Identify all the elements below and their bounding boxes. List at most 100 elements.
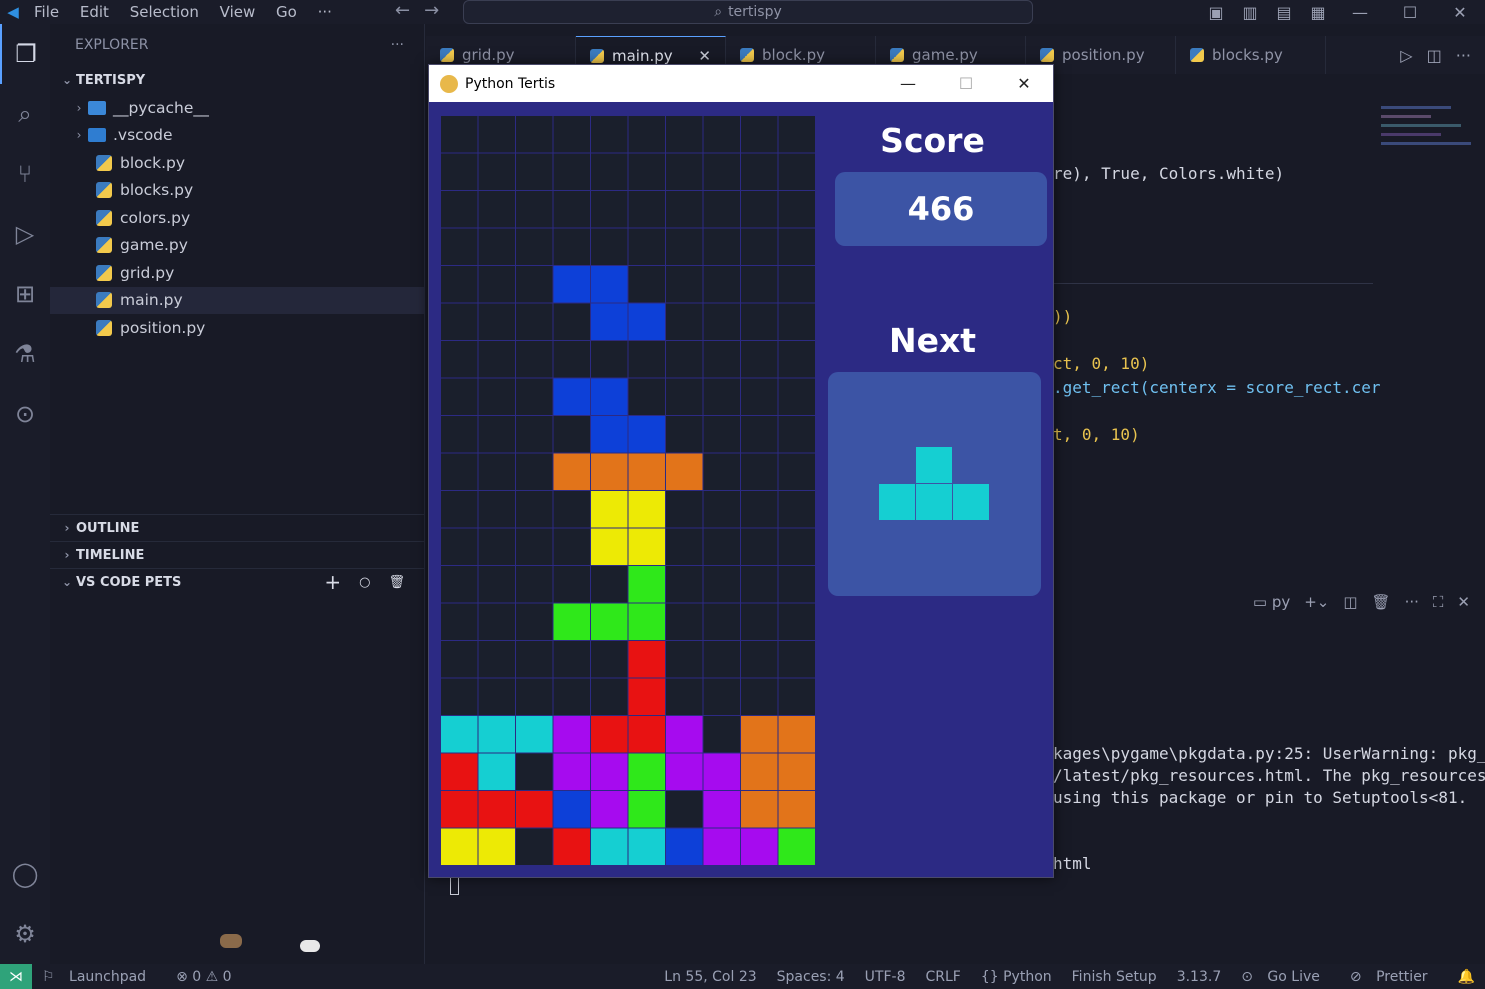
close-tab-icon[interactable]: ✕ <box>698 47 711 65</box>
block-cell <box>778 791 815 828</box>
minimize-icon[interactable]: — <box>1335 3 1385 22</box>
maximize-icon[interactable]: ☐ <box>1385 3 1435 22</box>
section-vscode-pets[interactable]: ⌄ VS CODE PETS + ○ 🗑 <box>50 568 425 595</box>
python-file-icon <box>440 48 454 62</box>
problems-status[interactable]: ⊗ 0 ⚠ 0 <box>176 969 231 985</box>
section-outline[interactable]: › OUTLINE <box>50 514 425 541</box>
layout-icon[interactable]: ▣ <box>1199 3 1233 22</box>
notifications-bell-icon[interactable]: 🔔 <box>1458 969 1475 985</box>
section-label: OUTLINE <box>76 520 140 536</box>
maximize-panel-icon[interactable]: ⛶ <box>1433 593 1444 611</box>
extensions-icon[interactable]: ⊞ <box>0 264 50 324</box>
search-view-icon[interactable]: ⌕ <box>0 84 50 144</box>
file-grid[interactable]: grid.py <box>50 259 424 287</box>
run-debug-icon[interactable]: ▷ <box>0 204 50 264</box>
panel-toggle-icon[interactable]: ▤ <box>1267 3 1301 22</box>
folder-vscode[interactable]: › .vscode <box>50 122 424 150</box>
new-terminal-icon[interactable]: +⌄ <box>1304 593 1329 611</box>
terminal-shell-icon[interactable]: ▭ py <box>1253 593 1290 611</box>
close-icon[interactable]: ✕ <box>995 74 1053 93</box>
pet-cat-icon[interactable] <box>300 940 320 952</box>
launchpad[interactable]: ⚐ Launchpad <box>42 969 156 985</box>
menu-selection[interactable]: Selection <box>130 3 199 21</box>
account-icon[interactable]: ◯ <box>0 844 50 904</box>
close-panel-icon[interactable]: ✕ <box>1457 593 1470 611</box>
empty-cell <box>553 678 590 715</box>
maximize-icon[interactable]: ☐ <box>937 74 995 93</box>
nav-arrows[interactable]: ←→ <box>395 0 453 21</box>
section-timeline[interactable]: › TIMELINE <box>50 541 425 568</box>
language-status[interactable]: {} Python <box>981 969 1052 985</box>
secondary-sidebar-icon[interactable]: ▦ <box>1301 3 1335 22</box>
empty-cell <box>703 491 740 528</box>
folder-pycache[interactable]: › __pycache__ <box>50 94 424 122</box>
empty-cell <box>478 228 515 265</box>
python-version-status[interactable]: 3.13.7 <box>1177 969 1222 985</box>
menu-more[interactable]: ··· <box>318 3 332 21</box>
empty-cell <box>553 416 590 453</box>
cursor-position[interactable]: Ln 55, Col 23 <box>664 969 756 985</box>
testing-icon[interactable]: ⚗ <box>0 324 50 384</box>
add-pet-icon[interactable]: + <box>324 570 341 594</box>
source-control-icon[interactable]: ⑂ <box>0 144 50 204</box>
menu-go[interactable]: Go <box>276 3 297 21</box>
search-text: tertispy <box>728 4 782 20</box>
empty-cell <box>591 191 628 228</box>
run-python-icon[interactable]: ▷ <box>1400 46 1412 65</box>
file-colors[interactable]: colors.py <box>50 204 424 232</box>
command-center-search[interactable]: ⌕ tertispy <box>463 0 1033 24</box>
empty-cell <box>628 266 665 303</box>
tetris-board[interactable] <box>441 116 816 866</box>
golive-status[interactable]: ⊙ Go Live <box>1241 969 1330 985</box>
empty-cell <box>741 153 778 190</box>
file-game[interactable]: game.py <box>50 232 424 260</box>
explorer-icon[interactable]: ❐ <box>0 24 50 84</box>
game-window-title: Python Tertis <box>465 75 556 92</box>
block-cell <box>778 716 815 753</box>
throw-ball-icon[interactable]: ○ <box>359 575 370 590</box>
empty-cell <box>516 378 553 415</box>
minimize-icon[interactable]: — <box>879 74 937 93</box>
block-cell <box>553 716 590 753</box>
delete-pet-icon[interactable]: 🗑 <box>388 575 405 590</box>
encoding-status[interactable]: UTF-8 <box>865 969 906 985</box>
split-terminal-icon[interactable]: ◫ <box>1343 593 1357 611</box>
file-main[interactable]: main.py <box>50 286 424 314</box>
tab-blocks[interactable]: blocks.py <box>1176 36 1326 74</box>
menu-view[interactable]: View <box>220 3 256 21</box>
more-actions-icon[interactable]: ··· <box>1456 46 1471 65</box>
git-graph-icon[interactable]: ⊙ <box>0 384 50 444</box>
empty-cell <box>703 678 740 715</box>
remote-icon[interactable]: ⋊ <box>0 964 32 989</box>
pet-dog-icon[interactable] <box>220 934 242 948</box>
empty-cell <box>741 491 778 528</box>
file-block[interactable]: block.py <box>50 149 424 177</box>
menu-edit[interactable]: Edit <box>80 3 109 21</box>
minimap[interactable] <box>1373 100 1473 240</box>
split-editor-icon[interactable]: ◫ <box>1427 46 1442 65</box>
sidebar-toggle-icon[interactable]: ▥ <box>1233 3 1267 22</box>
explorer-more-icon[interactable]: ··· <box>391 37 404 53</box>
menu-file[interactable]: File <box>34 3 59 21</box>
close-icon[interactable]: ✕ <box>1435 3 1485 22</box>
manage-gear-icon[interactable]: ⚙ <box>0 904 50 964</box>
empty-cell <box>778 678 815 715</box>
eol-status[interactable]: CRLF <box>925 969 960 985</box>
block-cell <box>478 828 515 865</box>
prettier-status[interactable]: ⊘ Prettier <box>1350 969 1438 985</box>
indent-status[interactable]: Spaces: 4 <box>777 969 845 985</box>
empty-cell <box>778 116 815 153</box>
empty-cell <box>778 228 815 265</box>
empty-cell <box>553 191 590 228</box>
empty-cell <box>778 266 815 303</box>
file-position[interactable]: position.py <box>50 314 424 342</box>
empty-cell <box>478 191 515 228</box>
empty-cell <box>478 378 515 415</box>
kill-terminal-icon[interactable]: 🗑 <box>1372 593 1391 611</box>
finish-setup-status[interactable]: Finish Setup <box>1072 969 1157 985</box>
explorer-header: EXPLORER ··· <box>50 24 424 66</box>
terminal-more-icon[interactable]: ··· <box>1405 593 1419 611</box>
file-blocks[interactable]: blocks.py <box>50 177 424 205</box>
workspace-root[interactable]: ⌄ TERTISPY <box>50 66 424 94</box>
empty-cell <box>441 378 478 415</box>
